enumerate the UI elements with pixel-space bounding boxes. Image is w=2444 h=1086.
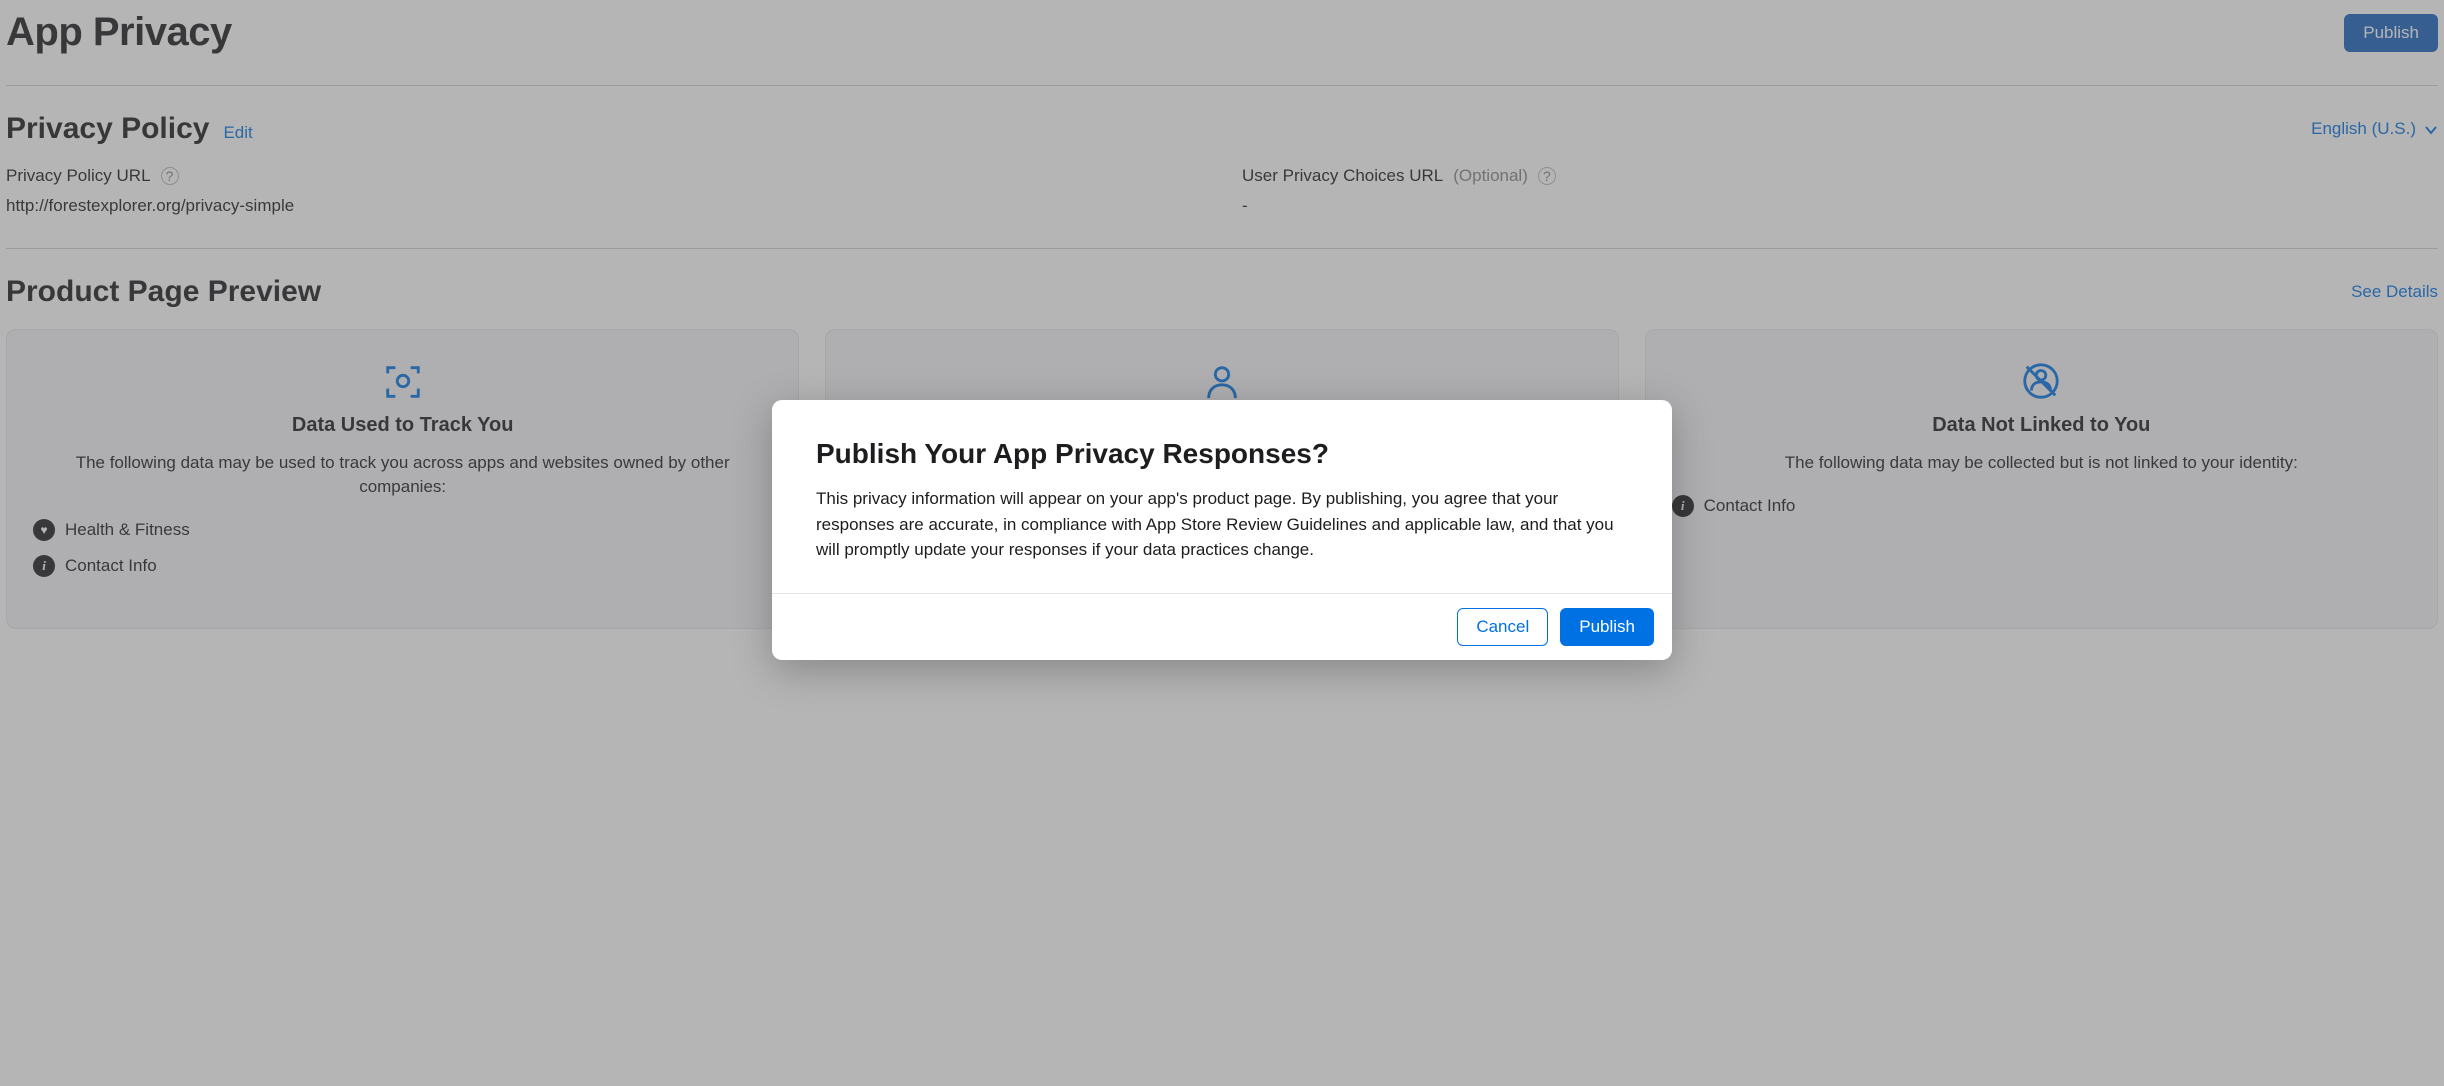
modal-footer: Cancel Publish xyxy=(772,593,1672,660)
publish-confirm-modal: Publish Your App Privacy Responses? This… xyxy=(772,400,1672,660)
modal-publish-button[interactable]: Publish xyxy=(1560,608,1654,646)
modal-overlay[interactable]: Publish Your App Privacy Responses? This… xyxy=(0,0,2444,1086)
cancel-button[interactable]: Cancel xyxy=(1457,608,1548,646)
modal-title: Publish Your App Privacy Responses? xyxy=(816,438,1628,470)
modal-text: This privacy information will appear on … xyxy=(816,486,1628,563)
